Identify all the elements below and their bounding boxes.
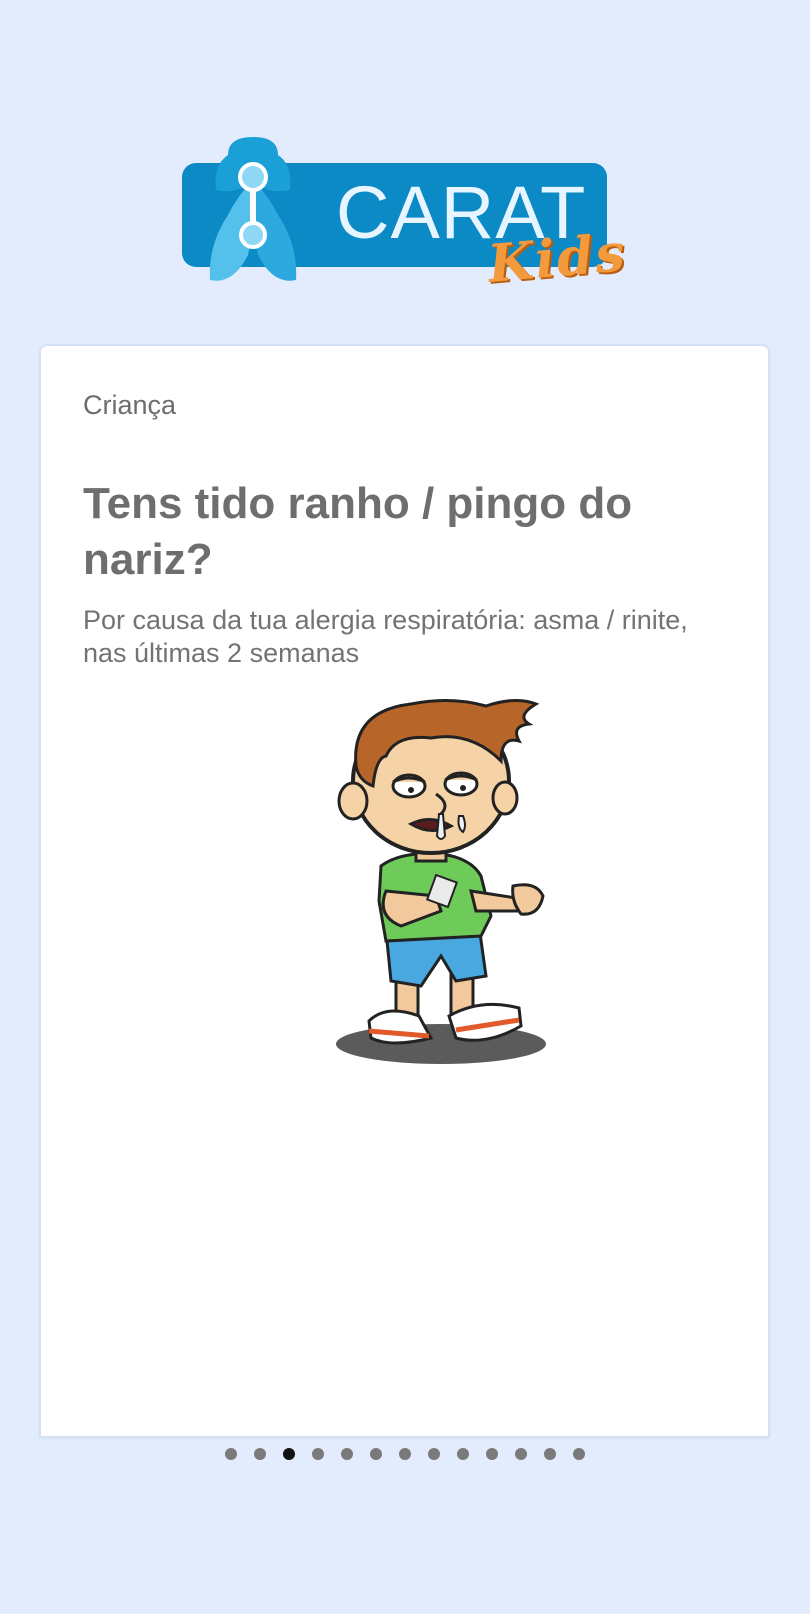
page-dot[interactable] xyxy=(544,1448,556,1460)
carat-kids-logo: CARAT Kids xyxy=(176,135,636,295)
boy-runny-nose-illustration xyxy=(336,698,546,1064)
page-dot[interactable] xyxy=(312,1448,324,1460)
question-title: Tens tido ranho / pingo do nariz? xyxy=(83,479,633,584)
page-dot[interactable] xyxy=(457,1448,469,1460)
page-indicator[interactable] xyxy=(0,1448,810,1460)
page-dot[interactable] xyxy=(486,1448,498,1460)
page-dot-active[interactable] xyxy=(283,1448,295,1460)
question-card[interactable]: Criança Tens tido ranho / pingo do nariz… xyxy=(41,346,768,1436)
page-dot[interactable] xyxy=(254,1448,266,1460)
question-subtitle: Por causa da tua alergia respiratória: a… xyxy=(83,605,688,668)
page-dot[interactable] xyxy=(428,1448,440,1460)
page-dot[interactable] xyxy=(370,1448,382,1460)
page-dot[interactable] xyxy=(515,1448,527,1460)
page-dot[interactable] xyxy=(225,1448,237,1460)
lungs-icon xyxy=(209,137,297,281)
category-label: Criança xyxy=(83,390,177,420)
page-dot[interactable] xyxy=(399,1448,411,1460)
page-dot[interactable] xyxy=(573,1448,585,1460)
page-dot[interactable] xyxy=(341,1448,353,1460)
logo-subtitle: Kids xyxy=(485,222,629,295)
screen: CARAT Kids Criança Tens tido ranho / pin… xyxy=(0,0,810,1614)
